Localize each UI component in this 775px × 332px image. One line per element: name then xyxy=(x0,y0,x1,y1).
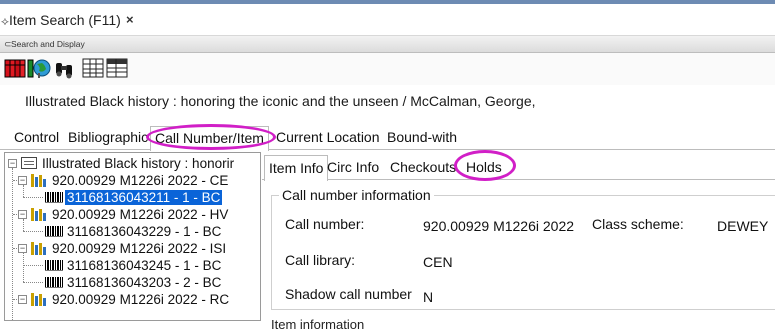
tab-checkouts[interactable]: Checkouts xyxy=(390,159,456,175)
group-legend: Call number information xyxy=(279,187,434,203)
call-number-icon xyxy=(31,293,48,306)
tree-item-barcode[interactable]: 31168136043203 - 2 - BC xyxy=(45,274,223,291)
collapse-call-icon[interactable]: − xyxy=(18,295,27,304)
call-number-icon xyxy=(31,208,48,221)
tab-bibliographic[interactable]: Bibliographic xyxy=(68,129,148,145)
record-title: Illustrated Black history : honoring the… xyxy=(25,93,536,109)
tree-call-number[interactable]: 920.00929 M1226i 2022 - HV xyxy=(31,206,230,223)
collapse-root-icon[interactable]: − xyxy=(8,159,17,168)
list-grid-icon[interactable] xyxy=(82,57,104,81)
globe-icon[interactable] xyxy=(27,57,51,81)
tree-line xyxy=(23,253,24,282)
title-tab[interactable]: ⟡ Item Search (F11) × xyxy=(0,4,775,36)
tab-current-location[interactable]: Current Location xyxy=(276,129,380,145)
main-tab-strip: Control Bibliographic Call Number/Item C… xyxy=(0,124,775,151)
tab-circ-info[interactable]: Circ Info xyxy=(327,159,379,175)
tree-root-label: Illustrated Black history : honorir xyxy=(42,156,235,171)
barcode-icon xyxy=(45,226,63,237)
tree-item-barcode[interactable]: 31168136043229 - 1 - BC xyxy=(45,223,223,240)
tab-holds[interactable]: Holds xyxy=(466,159,502,175)
call-number-label: Call number: xyxy=(285,216,365,232)
barcode-icon xyxy=(45,260,63,271)
books-icon[interactable] xyxy=(4,57,26,81)
tree-line xyxy=(23,197,43,198)
call-number-icon xyxy=(31,174,48,187)
tree-line xyxy=(23,282,43,283)
detail-panel: Item Info Circ Info Checkouts Holds Call… xyxy=(262,152,775,332)
tree-line xyxy=(23,265,43,266)
tree-line xyxy=(23,185,24,197)
call-library-label: Call library: xyxy=(285,252,356,268)
tree-call-number[interactable]: 920.00929 M1226i 2022 - RC xyxy=(31,291,231,308)
shadow-call-number-label: Shadow call number xyxy=(285,286,412,302)
tree-line xyxy=(23,219,24,231)
search-display-bar[interactable]: ⊂ Search and Display xyxy=(0,36,775,53)
item-tree[interactable]: − Illustrated Black history : honorir − … xyxy=(4,152,261,321)
tab-control[interactable]: Control xyxy=(14,129,59,145)
close-tab-icon[interactable]: × xyxy=(126,12,134,27)
call-number-value: 920.00929 M1226i 2022 xyxy=(423,218,575,234)
sub-tab-strip: Item Info Circ Info Checkouts Holds xyxy=(262,152,775,181)
call-number-icon xyxy=(31,242,48,255)
class-scheme-value: DEWEY xyxy=(717,218,769,234)
item-info-section-label: Item information xyxy=(271,317,365,332)
window-title[interactable]: Item Search (F11) xyxy=(9,12,121,28)
call-library-value: CEN xyxy=(423,254,453,270)
collapse-call-icon[interactable]: − xyxy=(18,244,27,253)
tab-pin-icon: ⟡ xyxy=(1,14,9,28)
tree-item-barcode[interactable]: 31168136043245 - 1 - BC xyxy=(45,257,223,274)
toolbar xyxy=(0,53,775,85)
class-scheme-label: Class scheme: xyxy=(592,216,684,232)
title-record-icon xyxy=(21,157,37,169)
barcode-icon xyxy=(45,277,63,288)
tab-call-number-item[interactable]: Call Number/Item xyxy=(150,126,269,151)
section-label: Search and Display xyxy=(11,39,85,49)
collapse-call-icon[interactable]: − xyxy=(18,210,27,219)
tree-call-number[interactable]: 920.00929 M1226i 2022 - CE xyxy=(31,172,230,189)
tab-bound-with[interactable]: Bound-with xyxy=(387,129,457,145)
tree-call-number[interactable]: 920.00929 M1226i 2022 - ISI xyxy=(31,240,228,257)
tree-root[interactable]: Illustrated Black history : honorir xyxy=(21,155,236,172)
binoculars-icon[interactable] xyxy=(54,57,76,81)
barcode-icon xyxy=(45,192,63,203)
list-grid-alt-icon[interactable] xyxy=(106,57,128,81)
shadow-call-number-value: N xyxy=(423,289,434,305)
tab-item-info[interactable]: Item Info xyxy=(264,155,329,181)
tree-item-barcode[interactable]: 31168136043211 - 1 - BC xyxy=(45,189,223,206)
call-number-info-group: Call number information Call number: 920… xyxy=(271,187,775,310)
tree-line xyxy=(23,231,43,232)
collapse-call-icon[interactable]: − xyxy=(18,176,27,185)
